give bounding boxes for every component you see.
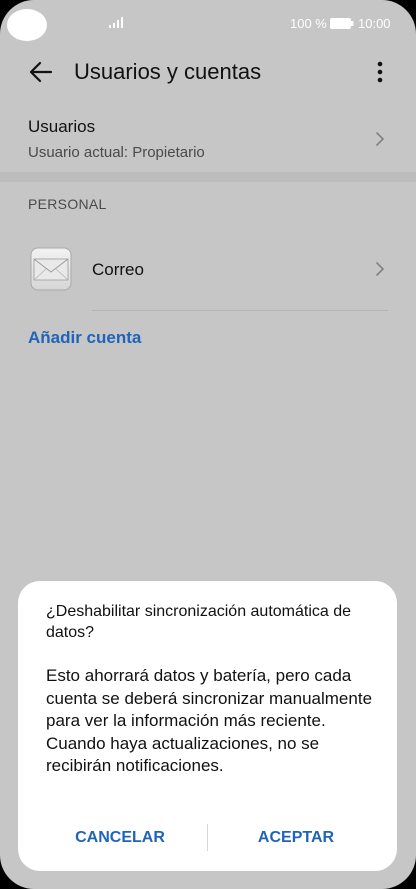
signal-icon (109, 17, 123, 28)
chevron-right-icon (376, 132, 384, 146)
page-title: Usuarios y cuentas (74, 59, 262, 84)
battery-icon (330, 18, 354, 29)
status-bar: 100 % 10:00 (0, 0, 416, 48)
section-header-personal: PERSONAL (28, 196, 107, 212)
list-divider (92, 310, 388, 311)
vertical-dots-icon[interactable] (366, 58, 394, 88)
button-divider (207, 824, 208, 851)
battery-percentage: 100 % (290, 16, 327, 31)
dialog-title: ¿Deshabilitar sincronización automática … (46, 603, 352, 641)
sync-dialog: ¿Deshabilitar sincronización automática … (18, 581, 397, 871)
add-account-link[interactable]: Añadir cuenta (28, 328, 141, 348)
users-row[interactable]: Usuarios Usuario actual: Propietario (0, 104, 416, 170)
clock: 10:00 (358, 16, 391, 31)
account-row-correo[interactable]: Correo (0, 238, 416, 302)
envelope-icon (30, 247, 72, 291)
dialog-message: Esto ahorrará datos y batería, pero cada… (46, 666, 373, 776)
users-title: Usuarios (28, 117, 96, 136)
accept-button[interactable]: ACEPTAR (222, 821, 370, 855)
section-divider (0, 172, 416, 182)
chevron-right-icon (376, 262, 384, 276)
arrow-left-icon[interactable] (26, 57, 56, 87)
cancel-button[interactable]: CANCELAR (48, 821, 192, 855)
current-user-subtitle: Usuario actual: Propietario (28, 144, 205, 161)
account-label: Correo (92, 260, 144, 279)
phone-screen: 100 % 10:00 Usuarios y cuentas Usuarios … (0, 0, 416, 889)
camera-cutout (7, 9, 47, 41)
